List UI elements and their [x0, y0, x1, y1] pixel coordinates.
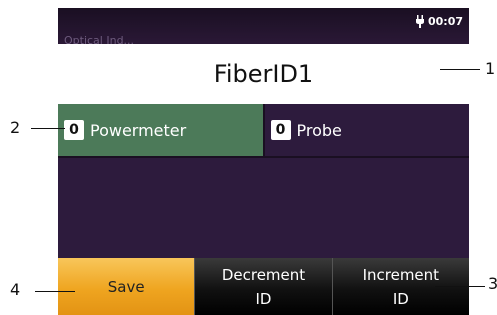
callout-4-line	[35, 291, 75, 292]
probe-test-tab[interactable]: 0 Probe	[264, 104, 469, 156]
fiber-id-title[interactable]: FiberID1	[58, 44, 469, 104]
status-bar: Optical Ind... 00:07	[58, 8, 469, 47]
decrement-label-line2: ID	[255, 289, 272, 308]
decrement-label-line1: Decrement	[221, 265, 306, 284]
test-selection-row: 0 Powermeter 0 Probe	[58, 104, 469, 156]
callout-1-line	[440, 69, 480, 70]
callout-3-line	[435, 286, 485, 287]
powermeter-label: Powermeter	[90, 120, 187, 140]
power-plug-icon	[415, 15, 424, 28]
probe-count-badge: 0	[270, 120, 291, 140]
probe-label: Probe	[296, 120, 342, 140]
results-area	[58, 156, 469, 260]
powermeter-count-badge: 0	[64, 120, 84, 140]
powermeter-test-tab[interactable]: 0 Powermeter	[58, 104, 265, 156]
callout-3: 3	[488, 274, 497, 293]
callout-2: 2	[10, 118, 21, 137]
increment-label-line1: Increment	[362, 265, 440, 284]
callout-4: 4	[10, 280, 21, 299]
device-screen: Optical Ind... 00:07 FiberID1 0 Powermet…	[58, 8, 469, 315]
button-bar: Save Decrement ID Increment ID	[58, 258, 469, 315]
callout-1: 1	[485, 59, 496, 78]
save-button[interactable]: Save	[58, 258, 195, 315]
clock-time: 00:07	[427, 15, 463, 28]
save-button-label: Save	[107, 277, 145, 296]
power-status: 00:07	[415, 15, 463, 28]
callout-2-line	[31, 128, 65, 129]
increment-label-line2: ID	[392, 289, 409, 308]
decrement-id-button[interactable]: Decrement ID	[194, 258, 332, 315]
